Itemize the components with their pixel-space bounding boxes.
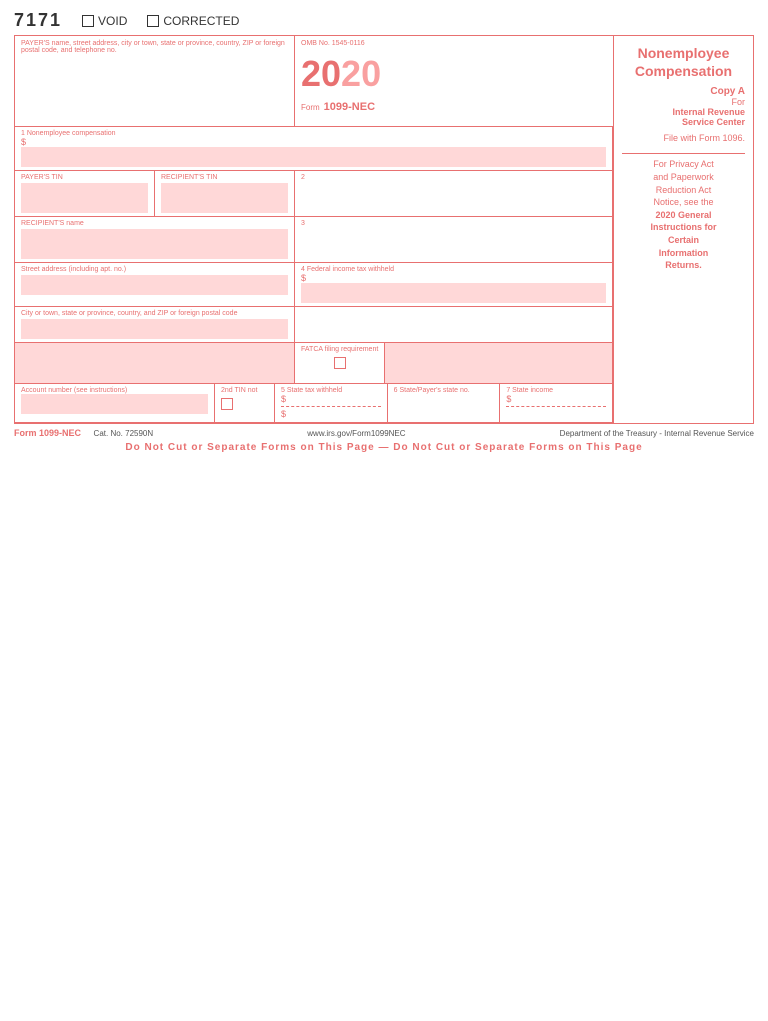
sidebar-irs: Internal Revenue [622, 107, 745, 117]
recipient-tin-label: RECIPIENT'S TIN [161, 174, 288, 181]
payer-address-label: PAYER'S name, street address, city or to… [21, 40, 288, 54]
account-box: Account number (see instructions) [15, 384, 215, 422]
recipient-name-input[interactable] [21, 229, 288, 259]
tin2nd-box: 2nd TIN not [215, 384, 275, 422]
field4-dollar: $ [301, 273, 606, 283]
street-box: Street address (including apt. no.) [15, 263, 295, 306]
tin-row: PAYER'S TIN RECIPIENT'S TIN 2 [15, 171, 613, 217]
fatca-label: FATCA filing requirement [301, 346, 378, 353]
sidebar-divider [622, 153, 745, 154]
main-form-grid: PAYER'S name, street address, city or to… [14, 35, 754, 424]
top-header: 7171 VOID CORRECTED [14, 10, 754, 31]
field2-value [301, 181, 606, 211]
field1-value-area [21, 147, 606, 167]
recipient-name-row: RECIPIENT'S name 3 [15, 217, 613, 263]
city-row: City or town, state or province, country… [15, 307, 613, 343]
omb-box: OMB No. 1545-0116 20 20 Form 1099-NEC [295, 36, 613, 126]
void-label[interactable]: VOID [82, 14, 127, 28]
payer-address-box: PAYER'S name, street address, city or to… [15, 36, 295, 126]
left-section: PAYER'S name, street address, city or to… [15, 36, 613, 423]
year-display: 20 20 [301, 53, 381, 95]
recipient-tin-box: RECIPIENT'S TIN [155, 171, 295, 216]
form-label-small: Form [301, 103, 320, 112]
field3-value [301, 227, 606, 257]
footer-form-name: Form 1099-NEC Cat. No. 72590N [14, 428, 153, 438]
recipient-tin-input[interactable] [161, 183, 288, 213]
right-of-city [295, 307, 613, 342]
sidebar-for: For [622, 97, 745, 107]
field1-row: 1 Nonemployee compensation $ [15, 127, 613, 171]
field7-dollar: $ [506, 394, 606, 404]
sidebar-service: Service Center [622, 117, 745, 127]
payer-tin-input[interactable] [21, 183, 148, 213]
sidebar-file: File with Form 1096. [622, 133, 745, 143]
corrected-checkbox[interactable] [147, 15, 159, 27]
field1-dollar: $ [21, 137, 606, 147]
field7-dashed [506, 406, 606, 407]
field4-box: 4 Federal income tax withheld $ [295, 263, 613, 306]
field5-dollar: $ [281, 394, 381, 404]
right-of-fatca [385, 343, 613, 383]
field4-label: 4 Federal income tax withheld [301, 266, 606, 273]
field3-box: 3 [295, 217, 613, 262]
fatca-row: FATCA filing requirement [15, 343, 613, 384]
footer-row: Form 1099-NEC Cat. No. 72590N www.irs.go… [14, 426, 754, 440]
field3-label: 3 [301, 220, 606, 227]
corrected-label[interactable]: CORRECTED [147, 14, 239, 28]
street-row: Street address (including apt. no.) 4 Fe… [15, 263, 613, 307]
account-label: Account number (see instructions) [21, 387, 208, 394]
field1-box: 1 Nonemployee compensation $ [15, 127, 613, 170]
field7-box: 7 State income $ [500, 384, 613, 422]
field2-label: 2 [301, 174, 606, 181]
tin2nd-label: 2nd TIN not [221, 387, 257, 394]
form-title: Nonemployee Compensation [635, 44, 732, 80]
year-left: 20 [301, 53, 341, 95]
account-input[interactable] [21, 394, 208, 414]
recipient-name-label: RECIPIENT'S name [21, 220, 288, 227]
void-corrected: VOID CORRECTED [82, 14, 239, 28]
field6-box: 6 State/Payer's state no. [388, 384, 501, 422]
field2-box: 2 [295, 171, 613, 216]
year-right: 20 [341, 53, 381, 95]
street-label: Street address (including apt. no.) [21, 266, 288, 273]
payer-tin-label: PAYER'S TIN [21, 174, 148, 181]
fatca-box: FATCA filing requirement [295, 343, 385, 383]
footer-dept: Department of the Treasury - Internal Re… [560, 429, 754, 438]
street-input[interactable] [21, 275, 288, 295]
recipient-name-box: RECIPIENT'S name [15, 217, 295, 262]
form-1099-nec-label: 1099-NEC [324, 101, 375, 113]
field1-label: 1 Nonemployee compensation [21, 130, 606, 137]
field5-label: 5 State tax withheld [281, 387, 381, 394]
sidebar-privacy: For Privacy Act and Paperwork Reduction … [650, 158, 716, 271]
do-not-cut: Do Not Cut or Separate Forms on This Pag… [14, 442, 754, 453]
sidebar-copy: Copy A [622, 86, 745, 97]
void-checkbox[interactable] [82, 15, 94, 27]
city-input[interactable] [21, 319, 288, 339]
payer-row: PAYER'S name, street address, city or to… [15, 36, 613, 127]
field6-label: 6 State/Payer's state no. [394, 387, 494, 394]
payer-tin-box: PAYER'S TIN [15, 171, 155, 216]
fatca-checkbox[interactable] [334, 357, 346, 369]
city-box: City or town, state or province, country… [15, 307, 295, 342]
account-row: Account number (see instructions) 2nd TI… [15, 384, 613, 423]
page: 7171 VOID CORRECTED PAYER'S name, s [0, 0, 768, 1021]
tin2nd-checkbox[interactable] [221, 398, 233, 410]
field5-dashed [281, 406, 381, 407]
form-container: 7171 VOID CORRECTED PAYER'S name, s [14, 10, 754, 453]
footer-url: www.irs.gov/Form1099NEC [307, 429, 405, 438]
right-sidebar: Nonemployee Compensation Copy A For Inte… [613, 36, 753, 423]
field7-label: 7 State income [506, 387, 606, 394]
field5-dollar2: $ [281, 409, 381, 419]
omb-number: OMB No. 1545-0116 [301, 40, 365, 47]
city-label: City or town, state or province, country… [21, 310, 288, 317]
field5-box: 5 State tax withheld $ $ [275, 384, 388, 422]
form-number-top: 7171 [14, 10, 62, 31]
left-fatca-space [15, 343, 295, 383]
field4-value [301, 283, 606, 303]
